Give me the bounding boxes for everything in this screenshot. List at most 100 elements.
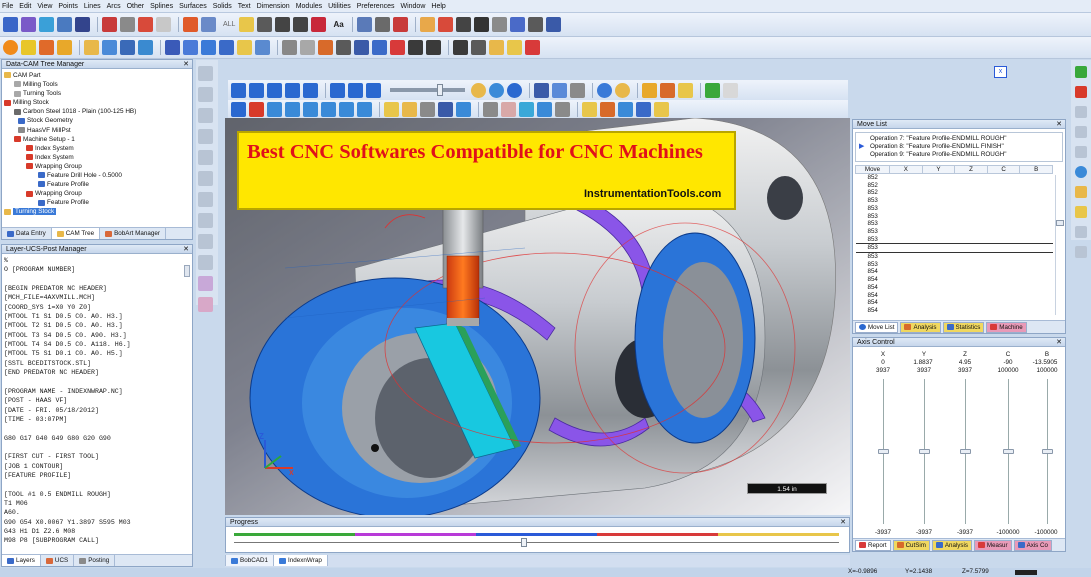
progress-slider-thumb[interactable]	[521, 538, 528, 547]
snap-intersect-icon[interactable]	[372, 40, 387, 55]
hatch-icon[interactable]	[509, 17, 525, 32]
sphere-icon[interactable]	[120, 40, 135, 55]
table-row[interactable]: 853	[856, 261, 1053, 269]
table-row[interactable]: 852	[856, 182, 1053, 190]
menu-dimension[interactable]: Dimension	[257, 3, 290, 10]
line-tool-icon[interactable]	[21, 17, 36, 32]
solid-tool-icon[interactable]	[138, 17, 153, 32]
axis-c-icon[interactable]	[537, 101, 552, 117]
skip-icon[interactable]	[330, 82, 345, 98]
progress-slider[interactable]	[234, 542, 839, 543]
axis-b-icon[interactable]	[555, 101, 570, 117]
inspect-tool-icon[interactable]	[198, 297, 213, 312]
cam-part-icon[interactable]	[21, 40, 36, 55]
axis-slider-thumb-b[interactable]	[1042, 448, 1053, 454]
snap-perp-icon[interactable]	[390, 40, 405, 55]
tree-item-milling-stock[interactable]: Milling Stock	[4, 98, 192, 107]
snap-tan-icon[interactable]	[408, 40, 423, 55]
tab-ucs[interactable]: UCS	[41, 555, 75, 566]
tab-layers[interactable]: Layers	[2, 555, 41, 566]
tree-item-index-system[interactable]: Index System	[4, 144, 192, 153]
circle-tool-icon[interactable]	[275, 17, 291, 32]
notes-icon[interactable]	[1075, 146, 1087, 158]
tree-item-material[interactable]: Carbon Steel 1018 - Plain (100-125 HB)	[4, 107, 192, 116]
list-icon[interactable]	[1075, 106, 1087, 118]
tree-item-machine-setup[interactable]: Machine Setup - 1	[4, 135, 192, 144]
axis-slider-thumb-c[interactable]	[1003, 448, 1014, 454]
tab-report[interactable]: Report	[855, 539, 891, 551]
menu-window[interactable]: Window	[400, 3, 425, 10]
extend-tool-icon[interactable]	[392, 17, 408, 32]
view-front-icon[interactable]	[219, 40, 234, 55]
table-row[interactable]: 854	[856, 292, 1053, 300]
settings-icon[interactable]	[597, 82, 612, 98]
dimension-view-icon[interactable]	[420, 101, 435, 117]
play-icon[interactable]	[267, 82, 282, 98]
tree-item-index-system[interactable]: Index System	[4, 153, 192, 162]
wireframe-icon[interactable]	[165, 40, 180, 55]
tree-item-turning-tools[interactable]: Turning Tools	[4, 89, 192, 98]
pen-tool-icon[interactable]	[257, 17, 273, 32]
tab-measure[interactable]: Measur	[973, 539, 1012, 551]
tab-analysis[interactable]: Analysis	[900, 321, 941, 333]
axis-slider-thumb-y[interactable]	[919, 448, 930, 454]
move-table[interactable]: Move X Y Z C B 852 852 852 853 853 853 8…	[855, 165, 1053, 317]
tool-library-icon[interactable]	[57, 40, 72, 55]
table-row[interactable]: 852	[856, 174, 1053, 182]
menu-arcs[interactable]: Arcs	[107, 3, 121, 10]
trim-tool-icon[interactable]	[356, 17, 372, 32]
menu-surfaces[interactable]: Surfaces	[179, 3, 207, 10]
folder-icon[interactable]	[1075, 186, 1087, 198]
transform-tool-icon[interactable]	[198, 213, 213, 228]
tab-analysis[interactable]: Analysis	[931, 539, 972, 551]
table-row[interactable]: 853	[856, 220, 1053, 228]
holder-display-icon[interactable]	[489, 82, 504, 98]
panel-close-icon[interactable]: ✕	[183, 245, 189, 253]
nc-code-view[interactable]: % O [PROGRAM NUMBER] [BEGIN PREDATOR NC …	[2, 256, 184, 552]
properties-icon[interactable]	[1075, 126, 1087, 138]
measure-icon[interactable]	[527, 17, 543, 32]
tree-item-turning-stock[interactable]: Turning Stock	[4, 207, 192, 216]
path-xy-icon[interactable]	[582, 101, 597, 117]
cancel-icon[interactable]	[1075, 86, 1087, 98]
move-list-scrollbar[interactable]	[1055, 175, 1064, 315]
axis-y-icon[interactable]	[501, 101, 516, 117]
curve-tool-icon[interactable]	[198, 171, 213, 186]
menu-view[interactable]: View	[37, 3, 52, 10]
reset-icon[interactable]	[366, 82, 381, 98]
section-icon[interactable]	[678, 82, 693, 98]
table-row[interactable]: 853	[856, 253, 1053, 261]
tab-bobart-manager[interactable]: BobArt Manager	[100, 228, 166, 239]
draw-tool-icon[interactable]	[198, 66, 213, 81]
menu-edit[interactable]: Edit	[19, 3, 31, 10]
tree-item-stock-geometry[interactable]: Stock Geometry	[4, 116, 192, 125]
select-arrow-icon[interactable]	[183, 17, 198, 32]
operation-item[interactable]: Operation 9: "Feature Profile-ENDMILL RO…	[856, 151, 1062, 159]
tree-item-feature-drill[interactable]: Feature Drill Hole - 0.5000	[4, 171, 192, 180]
fast-forward-icon[interactable]	[303, 82, 318, 98]
accept-icon[interactable]	[1075, 66, 1087, 78]
offset-tool-icon[interactable]	[198, 108, 213, 123]
tree-item-wrapping-group[interactable]: Wrapping Group	[4, 162, 192, 171]
box-stock-icon[interactable]	[84, 40, 99, 55]
globe-icon[interactable]	[1075, 166, 1087, 178]
menu-splines[interactable]: Splines	[150, 3, 173, 10]
menu-solids[interactable]: Solids	[213, 3, 232, 10]
edit-tool-icon[interactable]	[198, 87, 213, 102]
move-copy-icon[interactable]	[471, 40, 486, 55]
tab-indexnwrap[interactable]: IndexnWrap	[274, 555, 328, 566]
table-row[interactable]: 853	[856, 205, 1053, 213]
tab-statistics[interactable]: Statistics	[942, 321, 985, 333]
speed-slider-thumb[interactable]	[437, 84, 443, 96]
table-row[interactable]: 854	[856, 307, 1053, 315]
table-row[interactable]: 852	[856, 189, 1053, 197]
pin-icon[interactable]	[705, 82, 720, 98]
column-header-z[interactable]: Z	[954, 165, 988, 174]
snap-mid-icon[interactable]	[318, 40, 333, 55]
menu-text[interactable]: Text	[238, 3, 251, 10]
print-icon[interactable]	[1075, 206, 1087, 218]
wire-mode-icon[interactable]	[456, 101, 471, 117]
menu-utilities[interactable]: Utilities	[328, 3, 351, 10]
cone-icon[interactable]	[138, 40, 153, 55]
menu-lines[interactable]: Lines	[84, 3, 101, 10]
